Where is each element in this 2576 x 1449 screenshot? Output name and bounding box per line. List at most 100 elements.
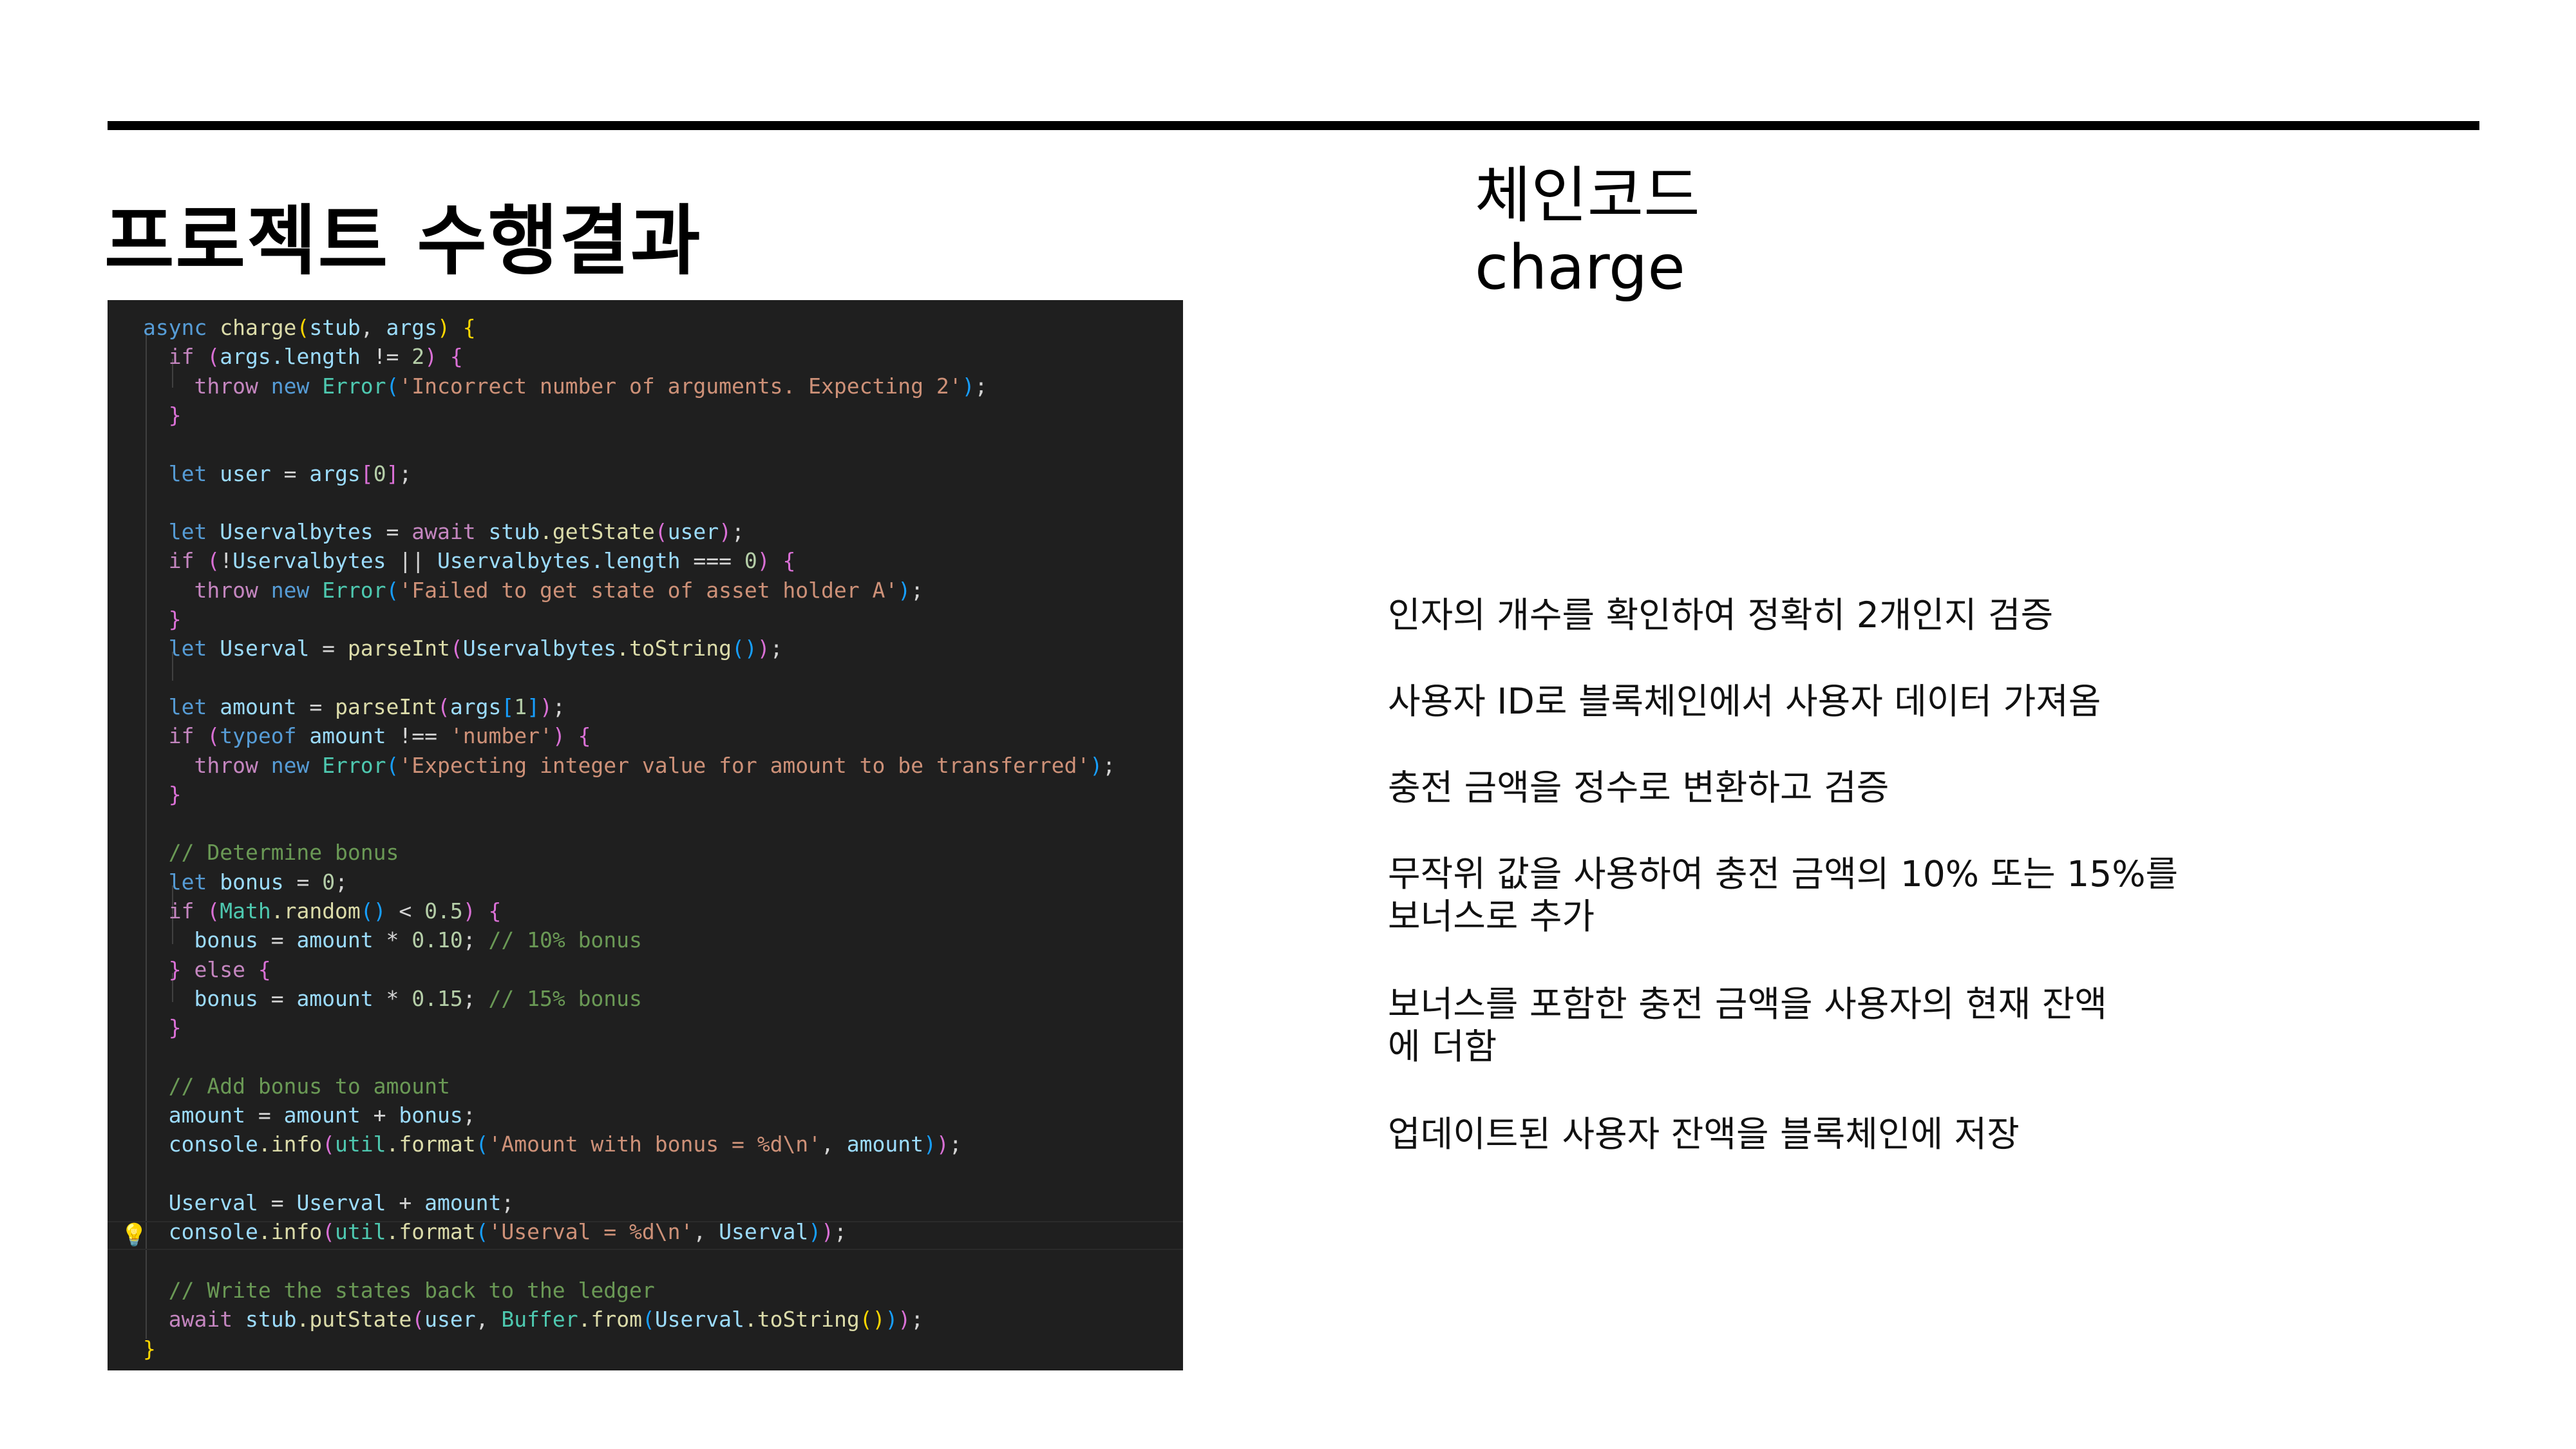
code-token: ) <box>885 1307 898 1332</box>
code-token: util <box>335 1132 386 1157</box>
code-token: ; <box>501 1190 515 1215</box>
code-token: ( <box>450 636 463 661</box>
code-token: bonus <box>399 1103 463 1128</box>
code-token: , <box>475 1307 502 1332</box>
code-token: ) <box>898 1307 911 1332</box>
code-token: ; <box>732 519 744 544</box>
code-token: 'Incorrect number of arguments. Expectin… <box>399 374 962 399</box>
slide-title: 프로젝트 수행결과 <box>104 196 702 285</box>
code-token: ( <box>475 1132 489 1157</box>
code-token: [ <box>501 694 515 719</box>
heading-line-2: charge <box>1475 232 1685 303</box>
code-line: } <box>143 1334 156 1363</box>
code-token: amount <box>296 927 374 952</box>
code-token: || <box>386 548 438 573</box>
code-token: throw <box>194 374 271 399</box>
code-line: // Write the states back to the ledger <box>143 1276 655 1305</box>
code-line: if (!Uservalbytes || Uservalbytes.length… <box>143 546 796 575</box>
code-token: ( <box>207 898 220 923</box>
section-heading: 체인코드 charge <box>1475 160 1700 304</box>
code-token: .random <box>270 898 361 923</box>
code-token: } <box>168 782 182 807</box>
code-token: user <box>667 519 719 544</box>
code-token: let <box>168 636 220 661</box>
code-token: ) <box>821 1219 834 1244</box>
code-token: { <box>770 548 796 573</box>
code-token: new <box>270 753 323 778</box>
code-token: // Add bonus to amount <box>168 1074 450 1099</box>
code-token: bonus <box>194 986 258 1011</box>
code-token: amount <box>424 1190 502 1215</box>
code-token: !== <box>386 723 450 748</box>
code-token: } <box>143 1336 156 1361</box>
code-token: .toString <box>616 636 732 661</box>
code-screenshot: 💡 async charge(stub, args) { if (args.le… <box>108 300 1183 1370</box>
code-token: ( <box>322 1219 336 1244</box>
code-token: // Determine bonus <box>168 840 399 865</box>
code-token: ) <box>540 694 553 719</box>
code-token: () <box>859 1307 886 1332</box>
code-line: throw new Error('Expecting integer value… <box>143 751 1115 780</box>
code-token: ( <box>412 1307 425 1332</box>
code-token: ; <box>552 694 565 719</box>
code-token: args <box>220 344 271 369</box>
code-token: args <box>450 694 502 719</box>
code-token: === <box>680 548 744 573</box>
code-token: ; <box>833 1219 847 1244</box>
code-token: ; <box>462 1103 476 1128</box>
code-line: let Userval = parseInt(Uservalbytes.toSt… <box>143 634 783 663</box>
code-token: .from <box>578 1307 642 1332</box>
code-token: } <box>168 1015 182 1040</box>
code-token: ) <box>552 723 565 748</box>
code-token: * <box>373 986 412 1011</box>
code-token: ( <box>437 694 450 719</box>
code-token: Uservalbytes <box>232 548 386 573</box>
code-token: .putState <box>296 1307 412 1332</box>
code-token: .format <box>386 1132 476 1157</box>
code-token: = <box>270 461 310 486</box>
code-token: ) <box>936 1132 949 1157</box>
code-token: 0.5 <box>424 898 463 923</box>
code-token: Userval <box>654 1307 744 1332</box>
code-token: Error <box>322 374 386 399</box>
code-token: stub <box>488 519 540 544</box>
description-item: 충전 금액을 정수로 변환하고 검증 <box>1388 767 1889 808</box>
code-token: 'Amount with bonus = %d\n' <box>488 1132 822 1157</box>
code-token: 0.10 <box>412 927 463 952</box>
code-token: Userval <box>719 1219 809 1244</box>
code-token: amount <box>283 1103 361 1128</box>
code-token: ( <box>296 315 310 340</box>
code-token: { <box>565 723 591 748</box>
code-token: ] <box>386 461 399 486</box>
code-token: = <box>258 1190 297 1215</box>
code-token: amount <box>220 694 297 719</box>
code-token: ( <box>386 374 399 399</box>
code-token: = <box>258 927 297 952</box>
code-token: typeof <box>220 723 310 748</box>
code-token: amount <box>846 1132 924 1157</box>
code-line: if (Math.random() < 0.5) { <box>143 896 502 925</box>
code-token: console <box>168 1219 258 1244</box>
code-token: await <box>168 1307 245 1332</box>
code-token: ) <box>808 1219 822 1244</box>
heading-line-1: 체인코드 <box>1475 160 1700 231</box>
code-token: stub <box>245 1307 297 1332</box>
description-item: 보너스를 포함한 충전 금액을 사용자의 현재 잔액 <box>1388 983 2107 1025</box>
code-token: , <box>693 1219 719 1244</box>
code-token: Error <box>322 753 386 778</box>
code-line: let amount = parseInt(args[1]); <box>143 692 565 721</box>
